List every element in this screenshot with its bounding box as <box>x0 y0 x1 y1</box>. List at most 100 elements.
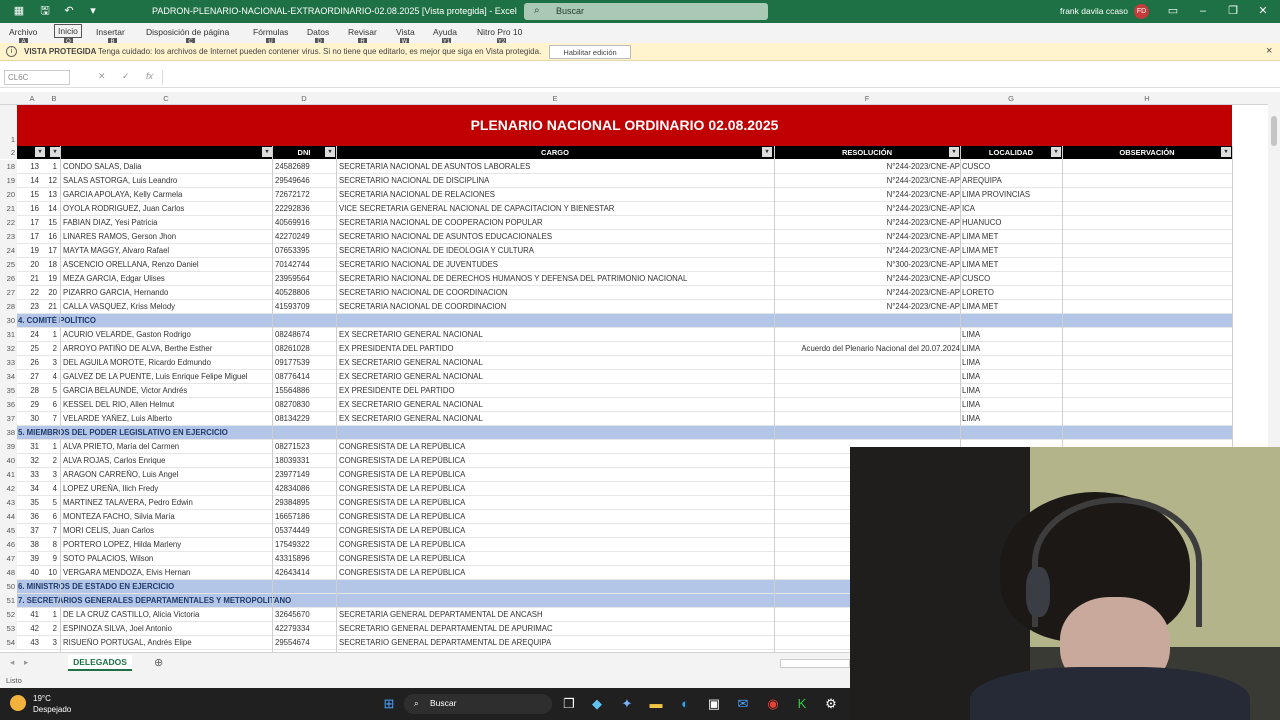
cell-a[interactable]: 26 <box>21 358 39 367</box>
cell-cargo[interactable]: SECRETARIO NACIONAL DE JUVENTUDES <box>339 260 773 269</box>
cell-cargo[interactable]: VICE SECRETARIA GENERAL NACIONAL DE CAPA… <box>339 204 773 213</box>
table-row[interactable]: 14 12 SALAS ASTORGA, Luis Leandro 29549646 S… <box>17 174 1232 188</box>
cell-localidad[interactable]: HUANUCO <box>962 218 1062 227</box>
cell-localidad[interactable]: CUSCO <box>962 274 1062 283</box>
cell-a[interactable]: 33 <box>21 470 39 479</box>
minimize-icon[interactable]: – <box>1194 3 1212 20</box>
row-header[interactable]: 26 <box>0 272 17 286</box>
row-header[interactable]: 24 <box>0 244 17 258</box>
filter-dropdown-icon[interactable]: ▾ <box>949 147 959 157</box>
mail-icon[interactable]: ✉ <box>734 695 752 713</box>
cell-cargo[interactable]: SECRETARIA NACIONAL DE COORDINACION <box>339 302 773 311</box>
cell-cargo[interactable]: CONGRESISTA DE LA REPÚBLICA <box>339 484 773 493</box>
row-header[interactable]: 31 <box>0 328 17 342</box>
cell-name[interactable]: ARROYO PATIÑO DE ALVA, Berthe Esther <box>63 344 273 353</box>
cell-b[interactable]: 2 <box>43 624 57 633</box>
row-header[interactable]: 21 <box>0 202 17 216</box>
cell-localidad[interactable]: LIMA <box>962 400 1062 409</box>
undo-icon[interactable]: ↶ <box>62 4 76 18</box>
tab-formulas[interactable]: Fórmulas <box>253 27 288 37</box>
cell-name[interactable]: GALVEZ DE LA PUENTE, Luis Enrique Felipe… <box>63 372 273 381</box>
cell-name[interactable]: VELARDE YAÑEZ, Luis Alberto <box>63 414 273 423</box>
section-row[interactable]: 4. COMITÉ POLÍTICO <box>17 314 1232 328</box>
cell-name[interactable]: CONDO SALAS, Dalia <box>63 162 273 171</box>
column-header-g[interactable]: G <box>960 94 1062 103</box>
cell-cargo[interactable]: EX SECRETARIO GENERAL NACIONAL <box>339 372 773 381</box>
tab-archivo[interactable]: Archivo <box>9 27 37 37</box>
cell-dni[interactable]: 15564886 <box>275 386 337 395</box>
row-header[interactable]: 44 <box>0 510 17 524</box>
cell-localidad[interactable]: LIMA <box>962 358 1062 367</box>
table-row[interactable]: 23 21 CALLA VASQUEZ, Kriss Melody 41593709 S… <box>17 300 1232 314</box>
cell-b[interactable]: 1 <box>43 610 57 619</box>
cell-localidad[interactable]: LIMA MET <box>962 246 1062 255</box>
ribbon-display-icon[interactable]: ▭ <box>1164 3 1182 20</box>
table-row[interactable]: 13 1 CONDO SALAS, Dalia 24582689 SECRETARIA … <box>17 160 1232 174</box>
cell-cargo[interactable]: SECRETARIO NACIONAL DE DERECHOS HUMANOS … <box>339 274 773 283</box>
cell-dni[interactable]: 24582689 <box>275 162 337 171</box>
cell-a[interactable]: 25 <box>21 344 39 353</box>
cell-cargo[interactable]: EX PRESIDENTA DEL PARTIDO <box>339 344 773 353</box>
cell-cargo[interactable]: SECRETARIO NACIONAL DE IDEOLOGIA Y CULTU… <box>339 246 773 255</box>
cell-b[interactable]: 9 <box>43 554 57 563</box>
store-icon[interactable]: ▣ <box>705 695 723 713</box>
filter-dropdown-icon[interactable]: ▾ <box>1221 147 1231 157</box>
cell-name[interactable]: ESPINOZA SILVA, Joel Antonio <box>63 624 273 633</box>
cell-b[interactable]: 7 <box>43 526 57 535</box>
tab-nitro[interactable]: Nitro Pro 10 <box>477 27 522 37</box>
cell-cargo[interactable]: EX SECRETARIO GENERAL NACIONAL <box>339 400 773 409</box>
table-row[interactable]: 24 1 ACURIO VELARDE, Gaston Rodrigo 0824867… <box>17 328 1232 342</box>
cell-a[interactable]: 23 <box>21 302 39 311</box>
cell-dni[interactable]: 23959564 <box>275 274 337 283</box>
next-sheet-icon[interactable]: ▸ <box>24 657 28 668</box>
cell-b[interactable]: 13 <box>43 190 57 199</box>
table-row[interactable]: 20 18 ASCENCIO ORELLANA, Renzo Daniel 70142… <box>17 258 1232 272</box>
row-header[interactable]: 36 <box>0 398 17 412</box>
row-header[interactable]: 41 <box>0 468 17 482</box>
cell-cargo[interactable]: CONGRESISTA DE LA REPÚBLICA <box>339 498 773 507</box>
cell-name[interactable]: MONTEZA FACHO, Silvia María <box>63 512 273 521</box>
cell-cargo[interactable]: CONGRESISTA DE LA REPÚBLICA <box>339 526 773 535</box>
table-row[interactable]: 26 3 DEL AGUILA MOROTE, Ricardo Edmundo 091… <box>17 356 1232 370</box>
cell-b[interactable]: 20 <box>43 288 57 297</box>
cell-resolucion[interactable]: N°300-2023/CNE-AP <box>775 260 960 269</box>
cell-a[interactable]: 37 <box>21 526 39 535</box>
cell-cargo[interactable]: CONGRESISTA DE LA REPÚBLICA <box>339 470 773 479</box>
app-icon[interactable]: ◆ <box>588 695 606 713</box>
section-title-cell[interactable]: 4. COMITÉ POLÍTICO <box>18 316 718 325</box>
row-header[interactable]: 20 <box>0 188 17 202</box>
cell-localidad[interactable]: LIMA PROVINCIAS <box>962 190 1062 199</box>
cell-b[interactable]: 4 <box>43 372 57 381</box>
cell-name[interactable]: ALVA PRIETO, María del Carmen <box>63 442 273 451</box>
settings-icon[interactable]: ⚙ <box>822 695 840 713</box>
table-row[interactable]: 17 15 FABIAN DIAZ, Yesi Patricia 40569916 SE… <box>17 216 1232 230</box>
cell-name[interactable]: SALAS ASTORGA, Luis Leandro <box>63 176 273 185</box>
cell-name[interactable]: PORTERO LOPEZ, Hilda Marleny <box>63 540 273 549</box>
table-row[interactable]: 22 20 PIZARRO GARCIA, Hernando 40528806 SECR… <box>17 286 1232 300</box>
cell-dni[interactable]: 18039331 <box>275 456 337 465</box>
cell-a[interactable]: 22 <box>21 288 39 297</box>
cell-cargo[interactable]: SECRETARIO NACIONAL DE ASUNTOS EDUCACION… <box>339 232 773 241</box>
row-header[interactable]: 42 <box>0 482 17 496</box>
row-header[interactable]: 47 <box>0 552 17 566</box>
scrollbar-thumb[interactable] <box>1271 116 1277 146</box>
cell-dni[interactable]: 22292836 <box>275 204 337 213</box>
cell-b[interactable]: 17 <box>43 246 57 255</box>
cell-name[interactable]: ALVA ROJAS, Carlos Enrique <box>63 456 273 465</box>
cell-localidad[interactable]: LIMA <box>962 344 1062 353</box>
cell-dni[interactable]: 42270249 <box>275 232 337 241</box>
title-search-box[interactable]: ⌕ Buscar <box>524 3 768 20</box>
row-header[interactable]: 48 <box>0 566 17 580</box>
cell-b[interactable]: 3 <box>43 638 57 647</box>
row-header[interactable]: 39 <box>0 440 17 454</box>
cell-localidad[interactable]: LORETO <box>962 288 1062 297</box>
cell-a[interactable]: 41 <box>21 610 39 619</box>
cell-a[interactable]: 27 <box>21 372 39 381</box>
tab-ayuda[interactable]: Ayuda <box>433 27 457 37</box>
cell-cargo[interactable]: CONGRESISTA DE LA REPÚBLICA <box>339 512 773 521</box>
cell-name[interactable]: PIZARRO GARCIA, Hernando <box>63 288 273 297</box>
confirm-icon[interactable]: ✓ <box>122 71 130 82</box>
enable-editing-button[interactable]: Habilitar edición <box>549 45 631 59</box>
cell-cargo[interactable]: SECRETARIA GENERAL DEPARTAMENTAL DE ANCA… <box>339 610 773 619</box>
row-header[interactable]: 22 <box>0 216 17 230</box>
